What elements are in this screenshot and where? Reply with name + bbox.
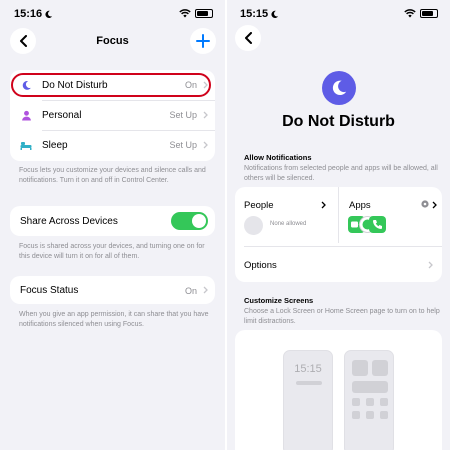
battery-icon bbox=[195, 9, 213, 18]
selection-highlight bbox=[11, 73, 211, 97]
chevron-left-icon bbox=[244, 32, 252, 44]
battery-icon bbox=[420, 9, 438, 18]
apps-section[interactable]: Apps bbox=[339, 187, 442, 243]
focus-status-label: Focus Status bbox=[20, 285, 79, 296]
focus-mode-sleep[interactable]: Sleep Set Up bbox=[10, 130, 215, 160]
chevron-right-icon bbox=[432, 201, 437, 209]
status-bar: 15:15 bbox=[227, 6, 450, 24]
share-label: Share Across Devices bbox=[20, 216, 118, 227]
focus-status-row[interactable]: Focus Status On bbox=[10, 276, 215, 304]
allow-notifications-description: Notifications from selected people and a… bbox=[244, 165, 438, 182]
lock-screen-widget bbox=[296, 381, 322, 385]
chevron-right-icon bbox=[203, 286, 208, 294]
people-status: None allowed bbox=[270, 221, 307, 227]
customize-screens-heading: Customize Screens bbox=[244, 296, 314, 305]
people-section[interactable]: People None allowed bbox=[235, 187, 338, 243]
focus-status-value: On bbox=[184, 286, 197, 296]
mode-status: Set Up bbox=[169, 110, 197, 120]
allow-notifications-card: People None allowed Apps Options bbox=[235, 187, 442, 282]
options-label: Options bbox=[244, 260, 277, 271]
focus-moon-icon bbox=[45, 10, 53, 19]
do-not-disturb-icon bbox=[322, 71, 356, 105]
lock-screen-preview[interactable]: 15:15 bbox=[283, 350, 333, 450]
divider bbox=[244, 246, 442, 247]
home-app-placeholder bbox=[352, 398, 360, 406]
do-not-disturb-pane: 15:15 Do Not Disturb Allow Notifications… bbox=[227, 0, 450, 450]
home-screen-preview[interactable] bbox=[344, 350, 394, 450]
add-focus-button[interactable] bbox=[190, 28, 216, 54]
chevron-right-icon bbox=[428, 261, 433, 269]
allow-notifications-heading: Allow Notifications bbox=[244, 153, 312, 162]
home-app-placeholder bbox=[380, 398, 388, 406]
home-app-placeholder bbox=[366, 398, 374, 406]
apps-label: Apps bbox=[349, 200, 371, 211]
chevron-right-icon bbox=[203, 141, 208, 149]
person-icon bbox=[20, 109, 32, 121]
share-description: Focus is shared across your devices, and… bbox=[19, 243, 205, 260]
chevron-right-icon bbox=[203, 111, 208, 119]
home-app-placeholder bbox=[380, 411, 388, 419]
people-label: People bbox=[244, 200, 274, 211]
people-avatar-placeholder bbox=[244, 216, 263, 235]
focus-mode-personal[interactable]: Personal Set Up bbox=[10, 100, 215, 130]
mode-label: Sleep bbox=[42, 139, 68, 151]
customize-screens-description: Choose a Lock Screen or Home Screen page… bbox=[244, 308, 440, 325]
customize-screens-card: 15:15 bbox=[235, 330, 442, 450]
status-time: 15:15 bbox=[240, 8, 269, 20]
moon-icon bbox=[332, 80, 347, 96]
home-app-placeholder bbox=[352, 360, 368, 376]
status-bar: 15:16 bbox=[0, 6, 225, 24]
page-title: Do Not Disturb bbox=[282, 113, 395, 130]
focus-status-description: When you give an app permission, it can … bbox=[19, 311, 209, 328]
lock-screen-time: 15:15 bbox=[294, 363, 322, 375]
focus-moon-icon bbox=[271, 10, 279, 19]
home-app-placeholder bbox=[366, 411, 374, 419]
focus-settings-pane: 15:16 Focus Do Not Disturb On Personal S… bbox=[0, 0, 225, 450]
wifi-icon bbox=[179, 9, 191, 18]
mode-label: Personal bbox=[42, 109, 82, 121]
options-row[interactable]: Options bbox=[235, 248, 442, 282]
home-app-placeholder bbox=[372, 360, 388, 376]
bed-icon bbox=[20, 139, 32, 151]
status-time: 15:16 bbox=[14, 8, 43, 20]
phone-app-icon bbox=[369, 216, 386, 233]
share-across-devices-toggle[interactable] bbox=[171, 212, 208, 230]
back-button[interactable] bbox=[235, 25, 261, 51]
plus-icon bbox=[196, 34, 210, 48]
settings-badge-icon bbox=[421, 200, 429, 208]
share-across-devices-row: Share Across Devices bbox=[10, 206, 215, 236]
home-widget-placeholder bbox=[352, 381, 388, 393]
wifi-icon bbox=[404, 9, 416, 18]
focus-description: Focus lets you customize your devices an… bbox=[19, 167, 206, 184]
chevron-right-icon bbox=[321, 201, 326, 209]
home-app-placeholder bbox=[352, 411, 360, 419]
mode-status: Set Up bbox=[169, 140, 197, 150]
